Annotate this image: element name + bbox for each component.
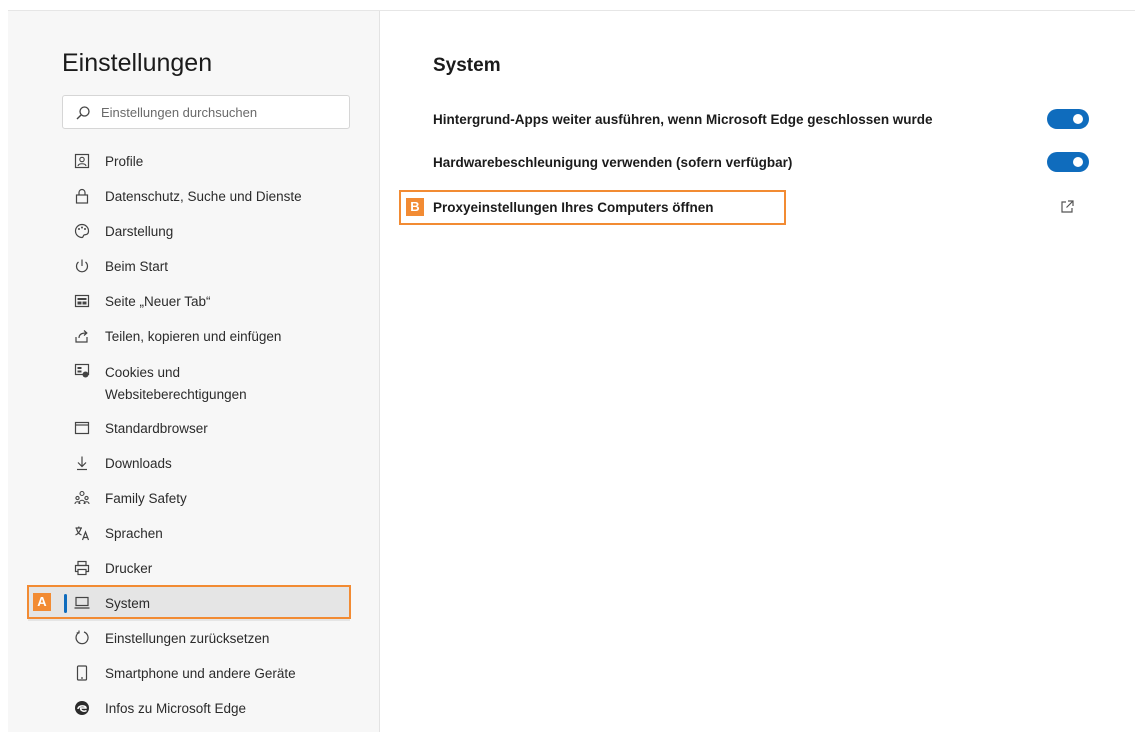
sidebar-item-label: Downloads bbox=[105, 456, 172, 471]
external-link-icon[interactable] bbox=[1059, 199, 1075, 215]
sidebar-item-languages[interactable]: Sprachen bbox=[8, 516, 379, 551]
settings-content: System Hintergrund-Apps weiter ausführen… bbox=[380, 11, 1135, 732]
sidebar-item-label: Cookies und Websiteberechtigungen bbox=[105, 365, 247, 402]
sidebar-item-label: Profile bbox=[105, 154, 144, 169]
edge-icon bbox=[75, 701, 89, 715]
callout-b-badge: B bbox=[406, 198, 424, 216]
sidebar-item-label: Darstellung bbox=[105, 224, 174, 239]
settings-sidebar: Einstellungen Profile bbox=[8, 11, 380, 732]
cookies-icon bbox=[74, 363, 90, 378]
page-title: System bbox=[433, 55, 501, 76]
hardware-acceleration-toggle[interactable] bbox=[1047, 152, 1089, 172]
sidebar-item-privacy[interactable]: Datenschutz, Suche und Dienste bbox=[8, 179, 379, 214]
share-icon bbox=[75, 330, 88, 343]
sidebar-item-downloads[interactable]: Downloads bbox=[8, 446, 379, 481]
power-icon bbox=[75, 259, 89, 273]
language-icon bbox=[75, 526, 90, 541]
reset-icon bbox=[75, 630, 89, 645]
sidebar-item-default-browser[interactable]: Standardbrowser bbox=[8, 411, 379, 446]
sidebar-item-system[interactable]: System bbox=[28, 586, 350, 621]
setting-proxy[interactable]: Proxyeinstellungen Ihres Computers öffne… bbox=[433, 193, 1099, 221]
sidebar-item-label: Beim Start bbox=[105, 259, 169, 274]
sidebar-item-label: Family Safety bbox=[105, 491, 187, 506]
settings-search-input[interactable] bbox=[101, 96, 341, 128]
setting-label: Hardwarebeschleunigung verwenden (sofern… bbox=[433, 154, 793, 170]
sidebar-item-label: System bbox=[105, 596, 151, 611]
settings-window: Einstellungen Profile bbox=[8, 10, 1135, 732]
setting-background-apps: Hintergrund-Apps weiter ausführen, wenn … bbox=[433, 105, 1099, 133]
toggle-knob bbox=[1073, 114, 1083, 124]
new-tab-icon bbox=[74, 294, 90, 308]
sidebar-item-family-safety[interactable]: Family Safety bbox=[8, 481, 379, 516]
sidebar-item-label: Standardbrowser bbox=[105, 421, 208, 436]
sidebar-item-phone[interactable]: Smartphone und andere Geräte bbox=[8, 656, 379, 691]
background-apps-toggle[interactable] bbox=[1047, 109, 1089, 129]
printer-icon bbox=[74, 560, 90, 576]
system-icon bbox=[74, 596, 90, 609]
sidebar-item-label: Datenschutz, Suche und Dienste bbox=[105, 189, 302, 204]
sidebar-item-cookies[interactable]: Cookies und Websiteberechtigungen bbox=[8, 354, 379, 411]
palette-icon bbox=[74, 223, 90, 239]
sidebar-item-label: Einstellungen zurücksetzen bbox=[105, 631, 270, 646]
setting-label: Hintergrund-Apps weiter ausführen, wenn … bbox=[433, 111, 933, 127]
sidebar-item-label: Sprachen bbox=[105, 526, 163, 541]
search-icon bbox=[76, 106, 90, 120]
sidebar-title: Einstellungen bbox=[62, 49, 213, 77]
sidebar-nav: Profile Datenschutz, Suche und Dienste D… bbox=[8, 144, 379, 726]
sidebar-item-label: Smartphone und andere Geräte bbox=[105, 666, 296, 681]
sidebar-item-label: Drucker bbox=[105, 561, 153, 576]
sidebar-item-about-edge[interactable]: Infos zu Microsoft Edge bbox=[8, 691, 379, 726]
sidebar-item-share[interactable]: Teilen, kopieren und einfügen bbox=[8, 319, 379, 354]
sidebar-item-profile[interactable]: Profile bbox=[8, 144, 379, 179]
sidebar-item-appearance[interactable]: Darstellung bbox=[8, 214, 379, 249]
lock-icon bbox=[75, 188, 89, 204]
sidebar-item-printers[interactable]: Drucker bbox=[8, 551, 379, 586]
sidebar-item-reset[interactable]: Einstellungen zurücksetzen bbox=[8, 621, 379, 656]
callout-a-badge: A bbox=[33, 593, 51, 611]
sidebar-item-label: Infos zu Microsoft Edge bbox=[105, 701, 247, 716]
sidebar-item-label: Teilen, kopieren und einfügen bbox=[105, 329, 282, 344]
profile-icon bbox=[74, 153, 90, 169]
sidebar-item-label: Seite „Neuer Tab“ bbox=[105, 294, 211, 309]
download-icon bbox=[77, 456, 87, 471]
proxy-settings-link[interactable]: Proxyeinstellungen Ihres Computers öffne… bbox=[433, 200, 714, 215]
sidebar-item-new-tab[interactable]: Seite „Neuer Tab“ bbox=[8, 284, 379, 319]
sidebar-item-startup[interactable]: Beim Start bbox=[8, 249, 379, 284]
family-icon bbox=[74, 490, 90, 505]
active-indicator bbox=[64, 594, 67, 613]
setting-hardware-acceleration: Hardwarebeschleunigung verwenden (sofern… bbox=[433, 148, 1099, 176]
browser-icon bbox=[74, 421, 90, 435]
settings-search-box[interactable] bbox=[62, 95, 350, 129]
phone-icon bbox=[76, 665, 88, 681]
toggle-knob bbox=[1073, 157, 1083, 167]
